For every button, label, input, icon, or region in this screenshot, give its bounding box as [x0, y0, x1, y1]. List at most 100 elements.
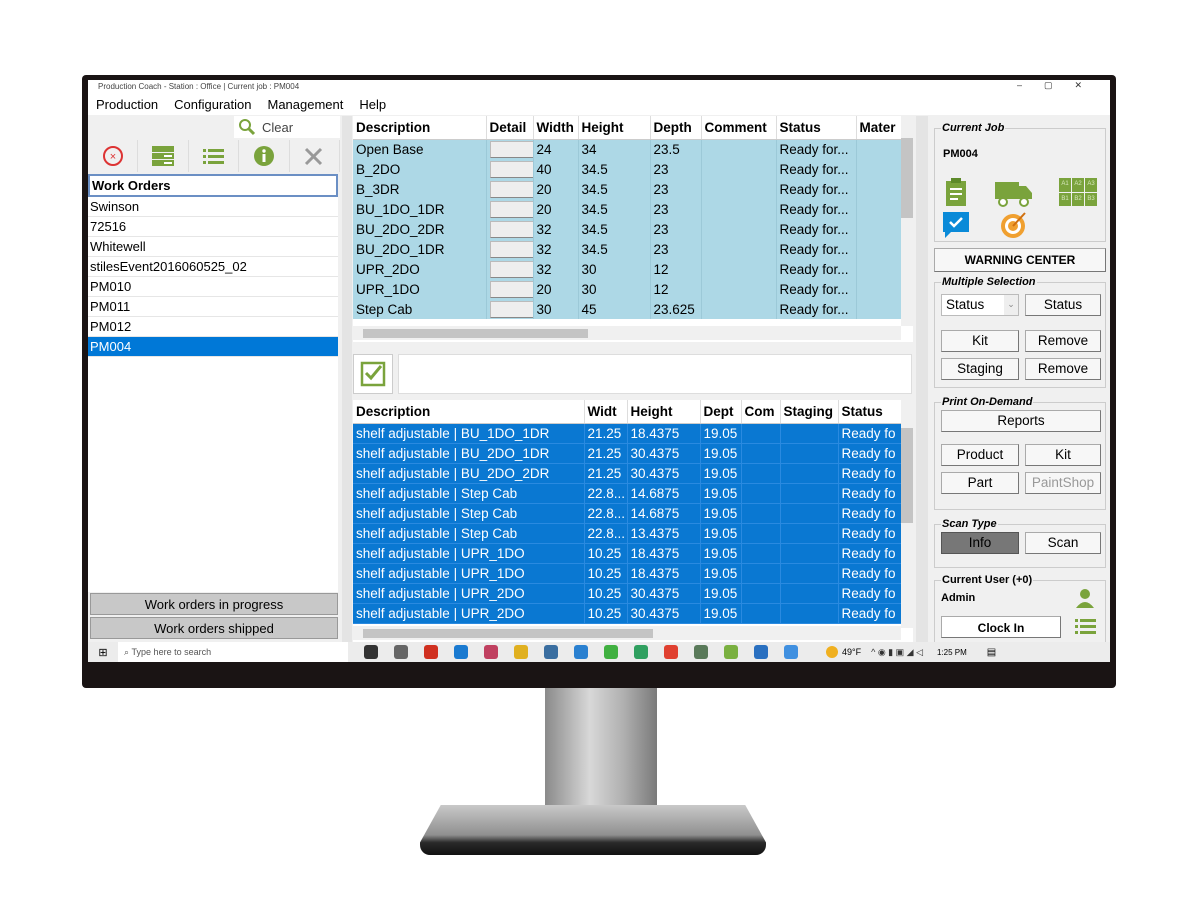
paintshop-button[interactable]: PaintShop — [1025, 472, 1101, 494]
work-order-item[interactable]: PM010 — [88, 277, 338, 297]
table-row[interactable]: B_3DR 20 34.5 23 Ready for... — [353, 179, 902, 199]
check-all-button[interactable] — [353, 354, 393, 394]
products-vertical-scrollbar[interactable] — [901, 116, 913, 326]
work-order-item[interactable]: PM004 — [88, 337, 338, 357]
column-header[interactable]: Status — [838, 400, 902, 424]
column-header[interactable]: Height — [627, 400, 701, 424]
taskbar-app-icon[interactable] — [424, 645, 438, 659]
column-header[interactable]: Comment — [701, 116, 777, 140]
scan-button[interactable]: Scan — [1025, 532, 1101, 554]
work-order-item[interactable]: Whitewell — [88, 237, 338, 257]
products-horizontal-scrollbar[interactable] — [353, 326, 901, 340]
column-header[interactable]: Staging — [780, 400, 839, 424]
work-orders-shipped-button[interactable]: Work orders shipped — [90, 617, 338, 639]
set-status-button[interactable]: Status — [1025, 294, 1101, 316]
column-header[interactable]: Mater — [856, 116, 902, 140]
part-button[interactable]: Part — [941, 472, 1019, 494]
work-order-item[interactable]: PM011 — [88, 297, 338, 317]
taskbar-app-icon[interactable] — [484, 645, 498, 659]
taskbar-app-icon[interactable] — [634, 645, 648, 659]
info-button[interactable] — [239, 140, 290, 172]
clipboard-icon[interactable] — [945, 178, 967, 206]
detail-button[interactable] — [489, 260, 532, 278]
product-button[interactable]: Product — [941, 444, 1019, 466]
menu-configuration[interactable]: Configuration — [166, 95, 259, 115]
menu-help[interactable]: Help — [351, 95, 394, 115]
cancel-button[interactable]: × — [88, 140, 139, 172]
table-row[interactable]: shelf adjustable | Step Cab 22.8... 13.437… — [353, 523, 902, 544]
taskbar-app-icon[interactable] — [364, 645, 378, 659]
taskbar-app-icon[interactable] — [784, 645, 798, 659]
column-header[interactable]: Status — [776, 116, 857, 140]
layout-button[interactable] — [138, 140, 189, 172]
work-order-item[interactable]: PM012 — [88, 317, 338, 337]
tray-icons[interactable]: ^ ◉ ▮ ▣ ◢ ◁ — [871, 647, 923, 658]
taskbar-app-icon[interactable] — [574, 645, 588, 659]
column-header[interactable]: Widt — [584, 400, 628, 424]
column-header[interactable]: Detail — [486, 116, 534, 140]
column-header[interactable]: Height — [578, 116, 651, 140]
taskbar-app-icon[interactable] — [604, 645, 618, 659]
target-icon[interactable] — [999, 210, 1029, 240]
column-header[interactable]: Description — [353, 400, 585, 424]
detail-button[interactable] — [489, 160, 532, 178]
table-row[interactable]: UPR_1DO 20 30 12 Ready for... — [353, 279, 902, 299]
left-splitter[interactable] — [342, 116, 352, 642]
taskbar-app-icon[interactable] — [694, 645, 708, 659]
column-header[interactable]: Depth — [650, 116, 702, 140]
menu-management[interactable]: Management — [259, 95, 351, 115]
table-row[interactable]: shelf adjustable | Step Cab 22.8... 14.687… — [353, 503, 902, 524]
list-button[interactable] — [189, 140, 240, 172]
warning-center-button[interactable]: WARNING CENTER — [934, 248, 1106, 272]
tools-button[interactable] — [290, 140, 341, 172]
remove-kit-button[interactable]: Remove — [1025, 330, 1101, 352]
taskbar-app-icon[interactable] — [754, 645, 768, 659]
filter-area[interactable] — [398, 354, 912, 394]
notifications-icon[interactable]: ▤ — [987, 647, 996, 658]
print-kit-button[interactable]: Kit — [1025, 444, 1101, 466]
taskbar-app-icon[interactable] — [544, 645, 558, 659]
staging-button[interactable]: Staging — [941, 358, 1019, 380]
work-order-item[interactable]: stilesEvent2016060525_02 — [88, 257, 338, 277]
list-icon[interactable] — [1075, 618, 1097, 636]
parts-vertical-scrollbar[interactable] — [901, 400, 913, 628]
table-row[interactable]: Step Cab 30 45 23.625 Ready for... — [353, 299, 902, 319]
table-row[interactable]: UPR_2DO 32 30 12 Ready for... — [353, 259, 902, 279]
windows-start-icon[interactable]: ⊞ — [88, 646, 118, 659]
taskbar-app-icon[interactable] — [454, 645, 468, 659]
table-row[interactable]: shelf adjustable | UPR_2DO 10.25 30.4375 19… — [353, 603, 902, 624]
table-row[interactable]: shelf adjustable | Step Cab 22.8... 14.687… — [353, 483, 902, 504]
column-header[interactable]: Description — [353, 116, 487, 140]
taskbar-app-icon[interactable] — [664, 645, 678, 659]
taskbar-app-icon[interactable] — [394, 645, 408, 659]
delivery-truck-icon[interactable] — [995, 180, 1033, 208]
table-row[interactable]: shelf adjustable | BU_2DO_1DR 21.25 30.437… — [353, 443, 902, 464]
parts-horizontal-scrollbar[interactable] — [353, 626, 901, 640]
bin-locations-icon[interactable]: A1 A2 A3 B1 B2 B3 — [1059, 178, 1097, 206]
reports-button[interactable]: Reports — [941, 410, 1101, 432]
column-header[interactable]: Com — [741, 400, 781, 424]
table-row[interactable]: Open Base 24 34 23.5 Ready for... — [353, 139, 902, 159]
chat-check-icon[interactable] — [941, 210, 971, 240]
taskbar-app-icon[interactable] — [724, 645, 738, 659]
table-row[interactable]: shelf adjustable | BU_1DO_1DR 21.25 18.437… — [353, 423, 902, 444]
work-orders-in-progress-button[interactable]: Work orders in progress — [90, 593, 338, 615]
work-order-item[interactable]: 72516 — [88, 217, 338, 237]
table-row[interactable]: B_2DO 40 34.5 23 Ready for... — [353, 159, 902, 179]
table-row[interactable]: BU_2DO_2DR 32 34.5 23 Ready for... — [353, 219, 902, 239]
work-order-item[interactable]: Swinson — [88, 197, 338, 217]
taskbar-search[interactable]: ⌕ Type here to search — [118, 642, 348, 662]
menu-production[interactable]: Production — [88, 95, 166, 115]
column-header[interactable]: Dept — [700, 400, 742, 424]
right-splitter[interactable] — [916, 116, 928, 642]
status-select[interactable]: Status ⌄ — [941, 294, 1019, 316]
detail-button[interactable] — [489, 140, 532, 158]
detail-button[interactable] — [489, 200, 532, 218]
table-row[interactable]: BU_2DO_1DR 32 34.5 23 Ready for... — [353, 239, 902, 259]
info-scan-button[interactable]: Info — [941, 532, 1019, 554]
clock-in-button[interactable]: Clock In — [941, 616, 1061, 638]
detail-button[interactable] — [489, 180, 532, 198]
table-row[interactable]: shelf adjustable | UPR_1DO 10.25 18.4375 19… — [353, 563, 902, 584]
table-row[interactable]: BU_1DO_1DR 20 34.5 23 Ready for... — [353, 199, 902, 219]
table-row[interactable]: shelf adjustable | UPR_2DO 10.25 30.4375 19… — [353, 583, 902, 604]
